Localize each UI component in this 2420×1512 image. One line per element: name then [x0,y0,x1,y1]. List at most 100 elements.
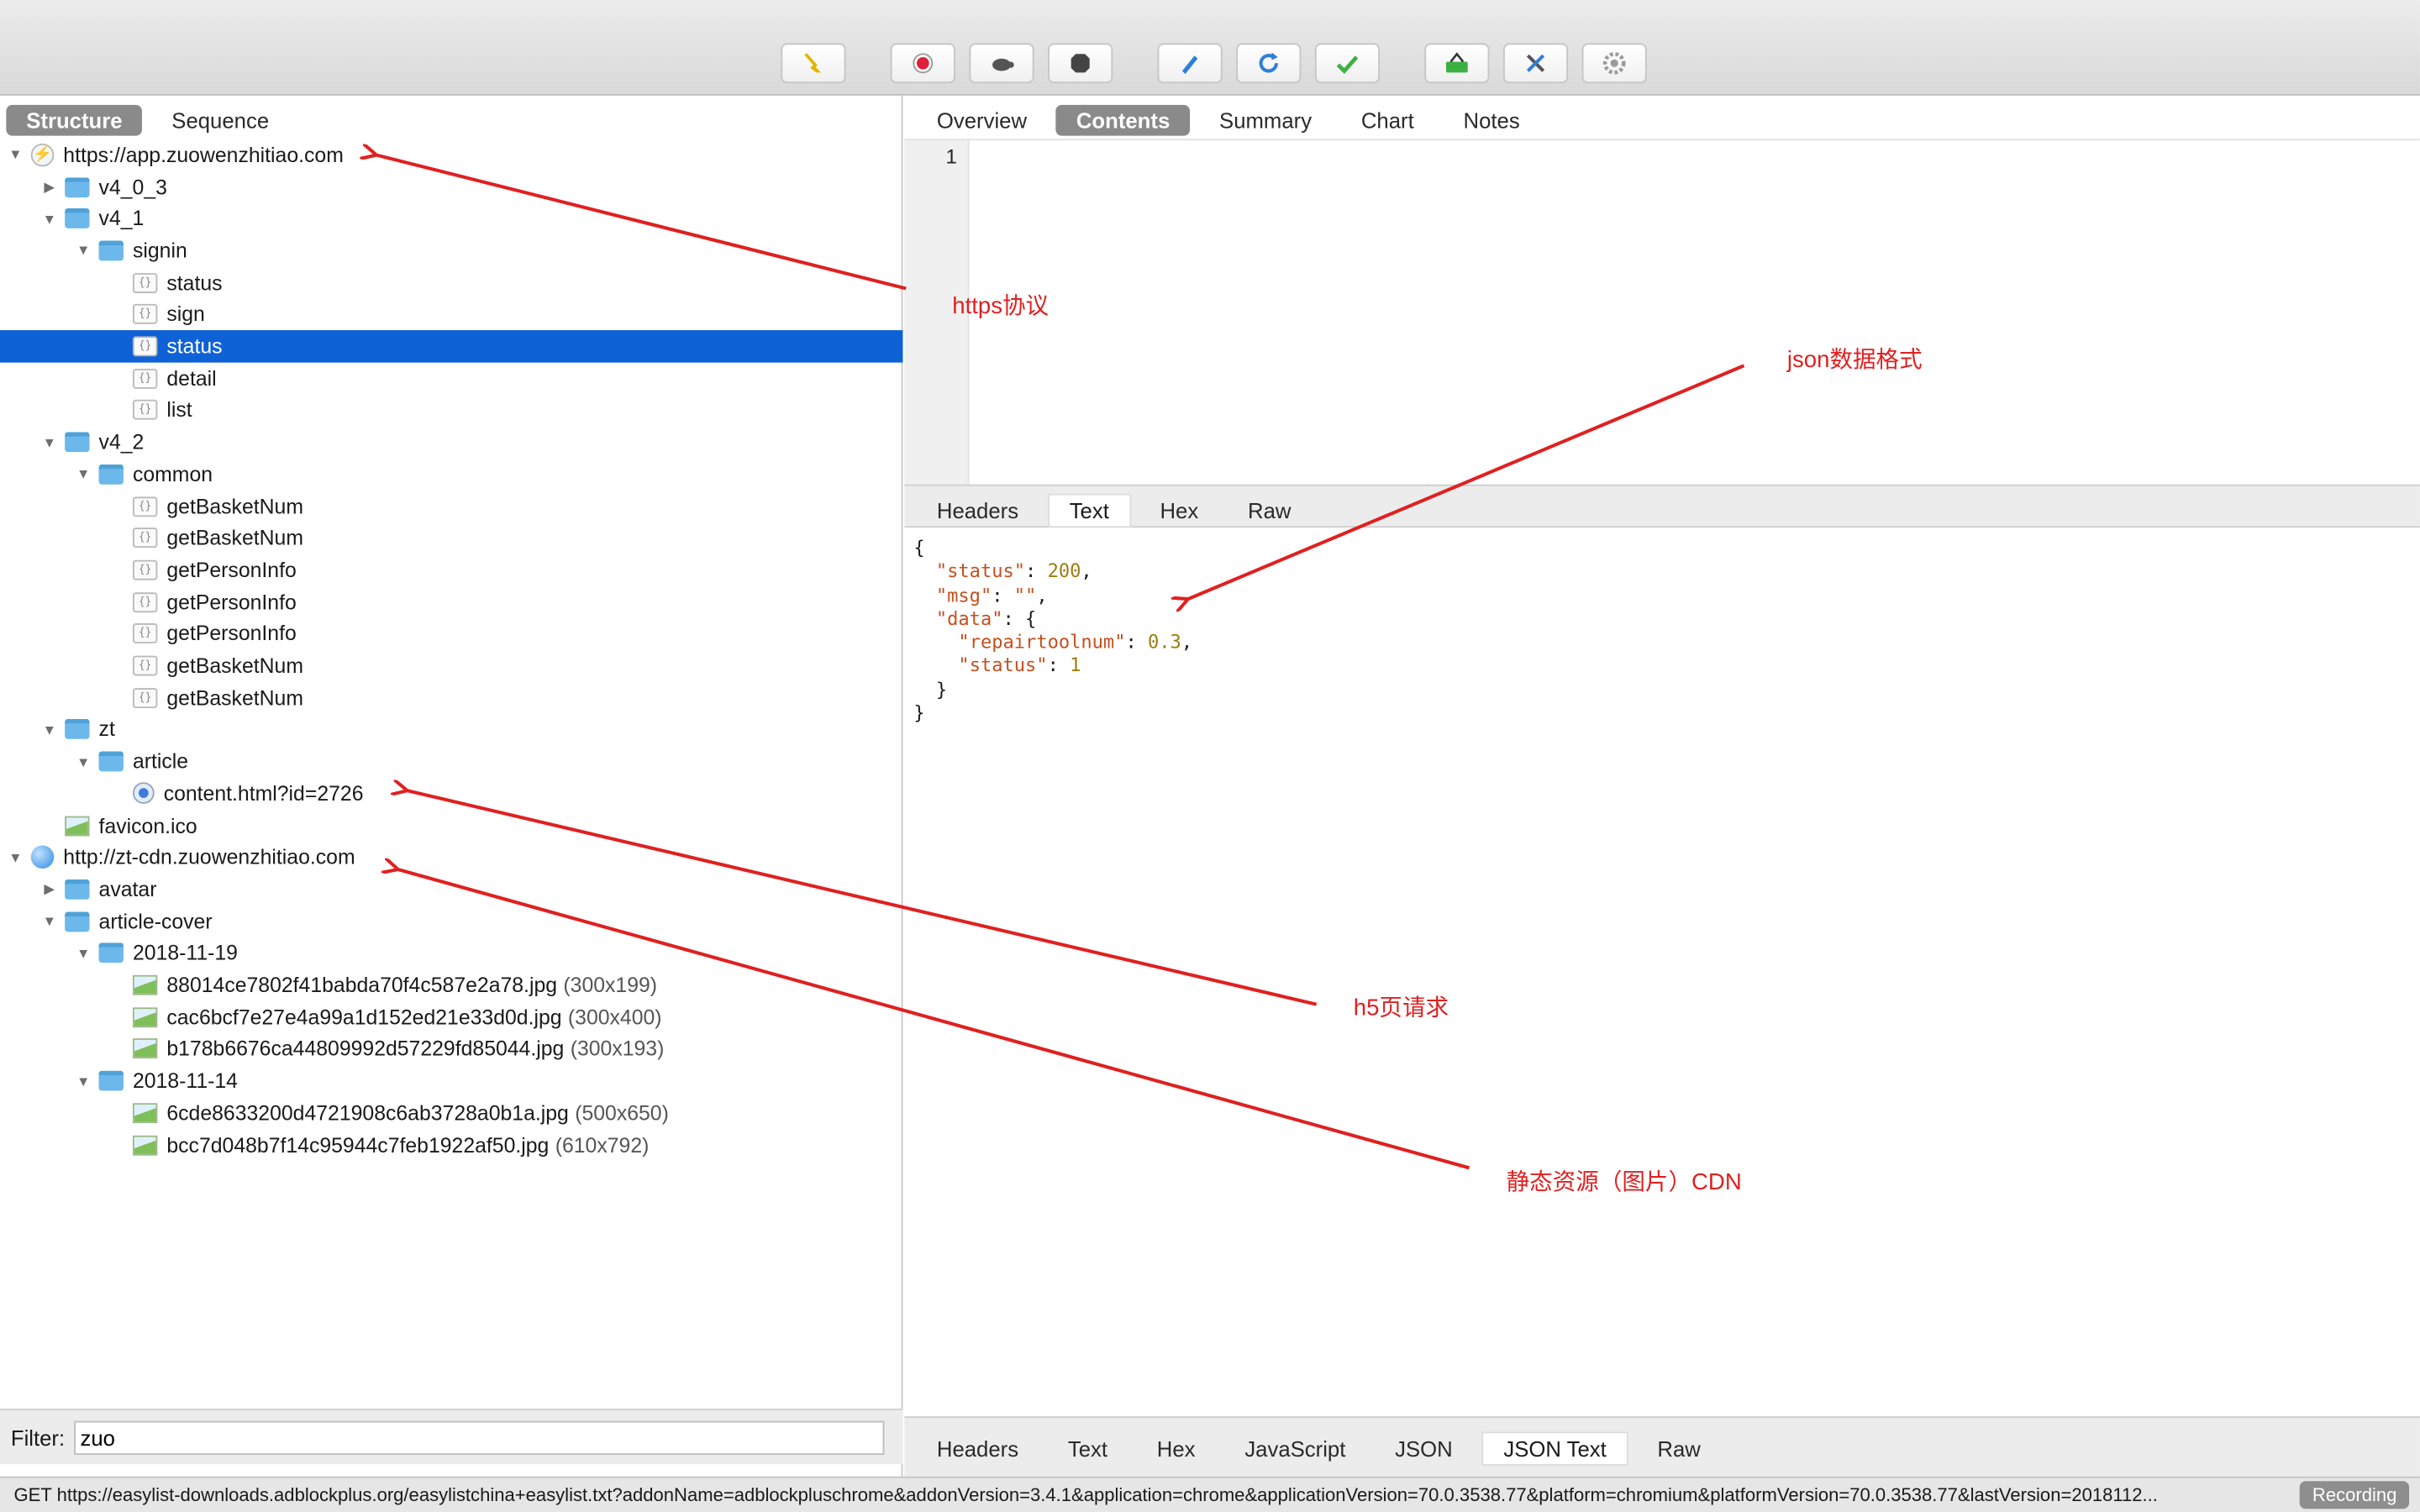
repeat-button[interactable] [1236,43,1302,84]
tree-row-label: getBasketNum [166,654,303,678]
tree-row[interactable]: {} getBasketNum [0,522,902,554]
tree-row-label: status [166,334,223,359]
disclosure-open-icon[interactable]: ▼ [74,243,92,258]
json-file-icon: {} [132,368,158,389]
response-tab-raw[interactable]: Raw [1228,496,1311,527]
stop-icon [1068,51,1092,76]
tree-row[interactable]: ▼ common [0,458,902,490]
tree-row[interactable]: ▼ v4_2 [0,426,902,458]
disclosure-open-icon[interactable]: ▼ [40,211,59,226]
bottom-tab-javascript[interactable]: JavaScript [1224,1433,1365,1464]
tree-row[interactable]: ▶ avatar [0,874,902,906]
tree-row[interactable]: ▶ v4_0_3 [0,171,902,202]
image-file-icon [65,815,90,836]
disclosure-open-icon[interactable]: ▼ [74,753,92,769]
tree-row[interactable]: {} getBasketNum [0,682,902,714]
bottom-tab-headers[interactable]: Headers [917,1433,1039,1464]
tree-row[interactable]: 6cde8633200d4721908c6ab3728a0b1a.jpg (500… [0,1097,902,1129]
json-value: 1 [1070,654,1081,677]
response-tab-headers[interactable]: Headers [917,496,1039,527]
response-tab-hex[interactable]: Hex [1140,496,1218,527]
json-punct: : [1025,560,1048,582]
response-tab-text[interactable]: Text [1047,493,1131,528]
tree-row-label: getPersonInfo [166,558,297,582]
tree-row[interactable]: {} list [0,394,902,426]
bottom-tab-bar: Headers Text Hex JavaScript JSON JSON Text Raw [904,1416,2420,1477]
tree-row[interactable]: ▼ 2018-11-14 [0,1065,902,1097]
tab-notes[interactable]: Notes [1444,105,1540,136]
tree-row[interactable]: {} detail [0,362,902,394]
json-punct: : [992,584,1014,606]
tree-row[interactable]: favicon.ico [0,810,902,842]
tab-contents[interactable]: Contents [1055,104,1191,136]
tab-summary[interactable]: Summary [1199,105,1332,136]
tree-row[interactable]: cac6bcf7e27e4a99a1d152ed21e33d0d.jpg (300… [0,1001,902,1033]
tree-row[interactable]: ▼ v4_1 [0,202,902,234]
tree-row[interactable]: {} getPersonInfo [0,586,902,618]
bottom-tab-json[interactable]: JSON [1375,1433,1472,1464]
tab-structure[interactable]: Structure [6,104,143,136]
app-window: Structure Sequence ▼ ⚡ https://app.zuowenzh… [0,0,2420,1512]
breakpoints-button[interactable] [1048,43,1113,84]
tree-row[interactable]: 88014ce7802f41babda70f4c587e2a78.jpg (300… [0,969,902,1001]
clear-button[interactable] [781,43,846,84]
tab-sequence[interactable]: Sequence [151,105,289,136]
response-tab-strip: Headers Text Hex Raw [917,489,1320,532]
json-file-icon: {} [132,336,158,357]
tree-row[interactable]: ▼ signin [0,234,902,266]
disclosure-closed-icon[interactable]: ▶ [40,178,59,195]
disclosure-open-icon[interactable]: ▼ [74,946,92,961]
validate-button[interactable] [1314,43,1381,84]
tree-row[interactable]: {} getBasketNum [0,650,902,682]
tree-row[interactable]: ▼ article [0,746,902,778]
disclosure-open-icon[interactable]: ▼ [6,850,24,865]
image-file-icon [132,1038,158,1059]
json-key: "status" [935,560,1026,582]
request-editor[interactable]: 1 [904,139,2420,486]
tree-row[interactable]: ▼ article-cover [0,906,902,937]
disclosure-open-icon[interactable]: ▼ [40,434,59,449]
compose-button[interactable] [1157,43,1223,84]
filter-input[interactable] [74,1420,885,1455]
tree-row[interactable]: {} getBasketNum [0,490,902,522]
tree-row[interactable]: {} status [0,266,902,298]
tree-row-label: signin [132,239,187,263]
annotation-json: json数据格式 [1786,347,1923,374]
bottom-tab-text[interactable]: Text [1048,1433,1128,1464]
tools-button[interactable] [1502,43,1569,84]
disclosure-open-icon[interactable]: ▼ [6,147,24,162]
tree-row[interactable]: bcc7d048b7f14c95944c7feb1922af50.jpg (610… [0,1129,902,1161]
disclosure-open-icon[interactable]: ▼ [74,1074,92,1089]
settings-button[interactable] [1581,43,1647,84]
status-text: GET https://easylist-downloads.adblockpl… [13,1483,2158,1506]
folder-icon [98,464,124,485]
tree-row[interactable]: ▼ ⚡ https://app.zuowenzhitiao.com [0,139,902,171]
disclosure-closed-icon[interactable]: ▶ [40,881,59,898]
tree-row[interactable]: {} getPersonInfo [0,618,902,650]
json-punct: } [913,678,948,701]
throttle-button[interactable] [969,43,1034,84]
tab-chart[interactable]: Chart [1341,105,1434,136]
bottom-tab-json-text[interactable]: JSON Text [1481,1431,1628,1466]
record-button[interactable] [890,43,955,84]
bottom-tab-hex[interactable]: Hex [1137,1433,1215,1464]
http-host-icon [30,845,55,869]
tree-row[interactable]: b178b6676ca44809992d57229fd85044.jpg (300… [0,1033,902,1065]
bottom-tab-raw[interactable]: Raw [1638,1433,1721,1464]
tree-row[interactable]: ▼ 2018-11-19 [0,937,902,969]
image-file-icon [132,974,158,995]
tree-row[interactable]: ▼ zt [0,714,902,746]
tab-overview[interactable]: Overview [917,105,1047,136]
recording-badge[interactable]: Recording [2300,1481,2410,1509]
tree-row[interactable]: {} status [0,330,903,363]
tree-row[interactable]: {} sign [0,298,902,330]
tree-row-label: content.html?id=2726 [163,781,364,806]
tree-row[interactable]: content.html?id=2726 [0,778,902,810]
tree-row[interactable]: ▼ http://zt-cdn.zuowenzhitiao.com [0,842,902,874]
filter-label: Filter: [10,1425,66,1450]
basket-button[interactable] [1424,43,1490,84]
disclosure-open-icon[interactable]: ▼ [40,914,59,929]
disclosure-open-icon[interactable]: ▼ [74,466,92,481]
tree-row[interactable]: {} getPersonInfo [0,554,902,586]
disclosure-open-icon[interactable]: ▼ [40,722,59,737]
